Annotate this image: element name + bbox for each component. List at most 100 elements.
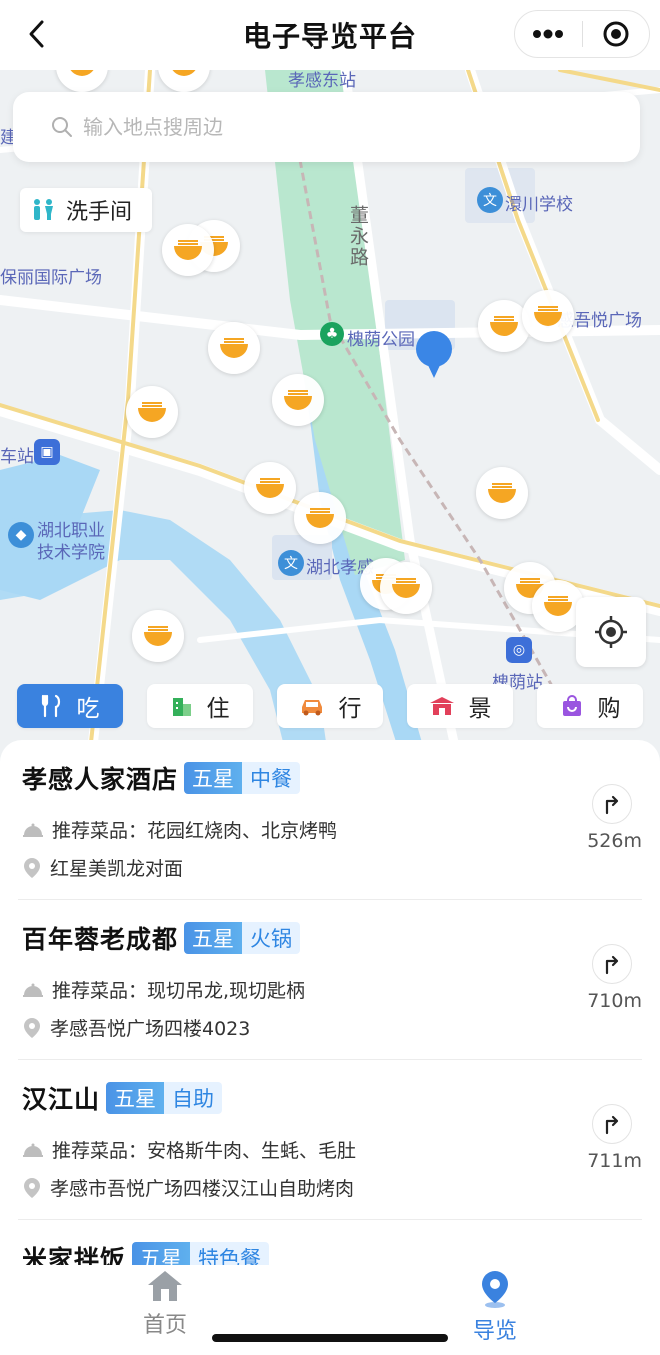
park-icon: ♣: [320, 322, 344, 346]
recommended-dishes: 推荐菜品：安格斯牛肉、生蚝、毛肚: [22, 1136, 356, 1163]
food-marker[interactable]: [126, 386, 178, 438]
route-button[interactable]: [592, 784, 632, 824]
address-text: 孝感市吾悦广场四楼汉江山自助烤肉: [50, 1178, 355, 1200]
turn-right-icon: [605, 1115, 619, 1135]
mini-program-capsule: [514, 10, 650, 58]
shopping-bag-icon: [562, 695, 581, 716]
result-title-row: 米家拌饭 五星 特色餐: [22, 1240, 270, 1265]
route-button[interactable]: [592, 1104, 632, 1144]
food-marker[interactable]: [272, 374, 324, 426]
restroom-icon: [34, 199, 53, 220]
turn-right-icon: [605, 955, 619, 975]
search-icon: [52, 117, 72, 137]
dish-cover-icon: [23, 823, 43, 837]
food-marker[interactable]: [244, 462, 296, 514]
map-label-road-dongyong: 董永路: [347, 205, 369, 268]
food-marker[interactable]: [522, 290, 574, 342]
star-badge: 五星: [184, 922, 243, 954]
star-badge: 五星: [184, 762, 243, 794]
title-bar: 电子导览平台: [0, 0, 660, 70]
tab-stay[interactable]: 住: [147, 684, 253, 728]
food-marker[interactable]: [294, 492, 346, 544]
nav-home[interactable]: 首页: [110, 1269, 220, 1339]
address: 孝感吾悦广场四楼4023: [22, 1014, 250, 1041]
location-pin-icon: [24, 1177, 40, 1198]
cuisine-badge: 中餐: [242, 762, 301, 794]
dishes-text: 推荐菜品：花园红烧肉、北京烤鸭: [52, 820, 338, 842]
map-pin-icon: [482, 1271, 508, 1308]
turn-right-icon: [605, 795, 619, 815]
school-icon: 文: [477, 187, 503, 213]
food-marker[interactable]: [208, 322, 260, 374]
metro-icon: ◎: [506, 637, 532, 663]
result-title-row: 汉江山 五星 自助: [22, 1080, 223, 1116]
map-label-college-2: 技术学院: [37, 543, 105, 563]
tab-travel-label: 行: [338, 696, 362, 722]
back-button[interactable]: [18, 14, 54, 54]
college-icon: ◆: [8, 522, 34, 548]
map-label-plaza-west: 保丽国际广场: [0, 268, 102, 288]
distance: 711m: [587, 1150, 642, 1172]
location-pin-icon: [24, 1017, 40, 1038]
tab-shop[interactable]: 购: [537, 684, 643, 728]
toilet-chip-label: 洗手间: [66, 200, 133, 225]
scenic-icon: [429, 697, 454, 715]
tab-scenic[interactable]: 景: [407, 684, 513, 728]
more-button[interactable]: [515, 11, 582, 57]
address-text: 红星美凯龙对面: [50, 858, 184, 880]
category-tabs: 吃 住 行 景 购: [17, 684, 647, 728]
address: 孝感市吾悦广场四楼汉江山自助烤肉: [22, 1174, 354, 1201]
list-item[interactable]: 汉江山 五星 自助 推荐菜品：安格斯牛肉、生蚝、毛肚 孝感市吾悦广场四楼汉江山自…: [18, 1060, 642, 1220]
tab-shop-label: 购: [597, 696, 621, 722]
list-item[interactable]: 孝感人家酒店 五星 中餐 推荐菜品：花园红烧肉、北京烤鸭 红星美凯龙对面 526…: [18, 740, 642, 900]
chevron-left-icon: [29, 20, 44, 48]
tab-stay-label: 住: [206, 696, 230, 722]
result-title-row: 百年蓉老成都 五星 火锅: [22, 920, 301, 956]
tab-eat[interactable]: 吃: [17, 684, 123, 728]
results-sheet[interactable]: 孝感人家酒店 五星 中餐 推荐菜品：花园红烧肉、北京烤鸭 红星美凯龙对面 526…: [0, 740, 660, 1265]
home-icon: [148, 1271, 182, 1301]
food-marker[interactable]: [162, 224, 214, 276]
star-badge: 五星: [132, 1242, 191, 1265]
restaurant-name: 米家拌饭: [22, 1245, 127, 1265]
close-miniprogram-button[interactable]: [583, 11, 650, 57]
restaurant-name: 百年蓉老成都: [22, 925, 179, 954]
cuisine-badge: 自助: [164, 1082, 223, 1114]
search-input[interactable]: [83, 115, 563, 139]
restaurant-name: 孝感人家酒店: [22, 765, 179, 794]
tab-travel[interactable]: 行: [277, 684, 383, 728]
address-text: 孝感吾悦广场四楼4023: [50, 1018, 251, 1040]
page-title: 电子导览平台: [242, 20, 417, 53]
more-dots-icon: [533, 29, 564, 39]
recommended-dishes: 推荐菜品：花园红烧肉、北京烤鸭: [22, 816, 337, 843]
current-location-pin-icon: [416, 331, 452, 378]
tab-scenic-label: 景: [468, 696, 492, 722]
nav-home-label: 首页: [142, 1313, 187, 1338]
star-badge: 五星: [106, 1082, 165, 1114]
distance: 526m: [587, 830, 642, 852]
food-marker[interactable]: [132, 610, 184, 662]
locate-me-button[interactable]: [576, 597, 646, 667]
map-label-bus-station: 车站: [0, 447, 34, 467]
food-marker[interactable]: [380, 562, 432, 614]
dish-cover-icon: [23, 1143, 43, 1157]
route-button[interactable]: [592, 944, 632, 984]
search-bar[interactable]: [13, 92, 640, 162]
result-title-row: 孝感人家酒店 五星 中餐: [22, 760, 301, 796]
dish-cover-icon: [23, 983, 43, 997]
map-label-school: 澴川学校: [505, 195, 573, 215]
dishes-text: 推荐菜品：安格斯牛肉、生蚝、毛肚: [52, 1140, 357, 1162]
map-label-park: 槐荫公园: [347, 330, 415, 350]
list-item[interactable]: 百年蓉老成都 五星 火锅 推荐菜品：现切吊龙,现切匙柄 孝感吾悦广场四楼4023…: [18, 900, 642, 1060]
car-icon: [301, 700, 322, 716]
toilet-filter-button[interactable]: 洗手间: [20, 188, 152, 232]
restaurant-name: 汉江山: [22, 1085, 101, 1114]
nav-guide[interactable]: 导览: [440, 1269, 550, 1345]
food-marker[interactable]: [476, 467, 528, 519]
locate-crosshair-icon: [595, 616, 627, 648]
home-indicator: [212, 1334, 448, 1342]
bus-icon: ▣: [34, 439, 60, 465]
list-item[interactable]: 米家拌饭 五星 特色餐: [18, 1220, 642, 1265]
school-icon-2: 文: [278, 550, 304, 576]
hotel-icon: [172, 698, 191, 716]
